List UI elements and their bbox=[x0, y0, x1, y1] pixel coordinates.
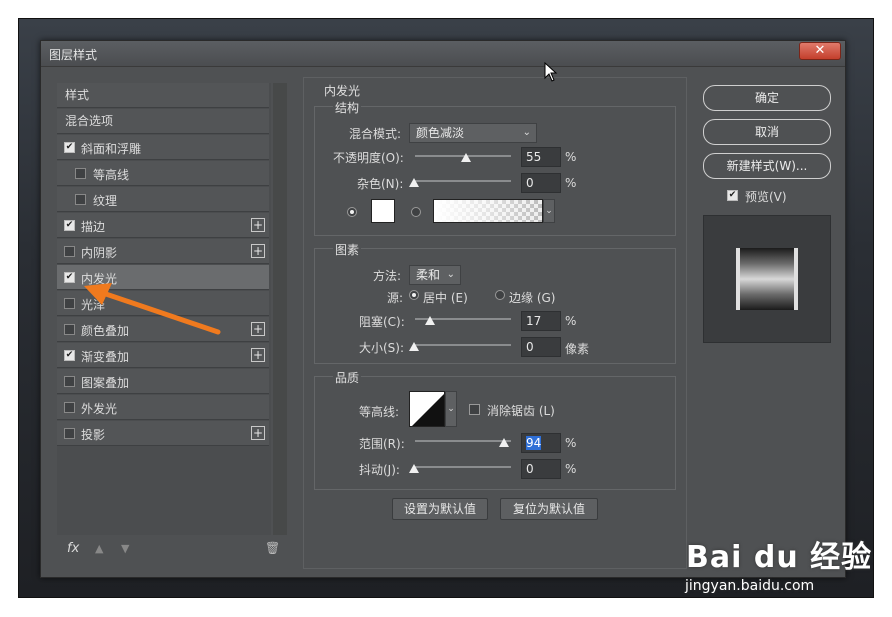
annotation-arrow-icon bbox=[84, 283, 221, 335]
baidu-jingyan-logo: Bai du 经验 bbox=[686, 540, 873, 575]
watermark-url: jingyan.baidu.com bbox=[685, 578, 815, 594]
mouse-cursor-icon bbox=[544, 62, 558, 82]
